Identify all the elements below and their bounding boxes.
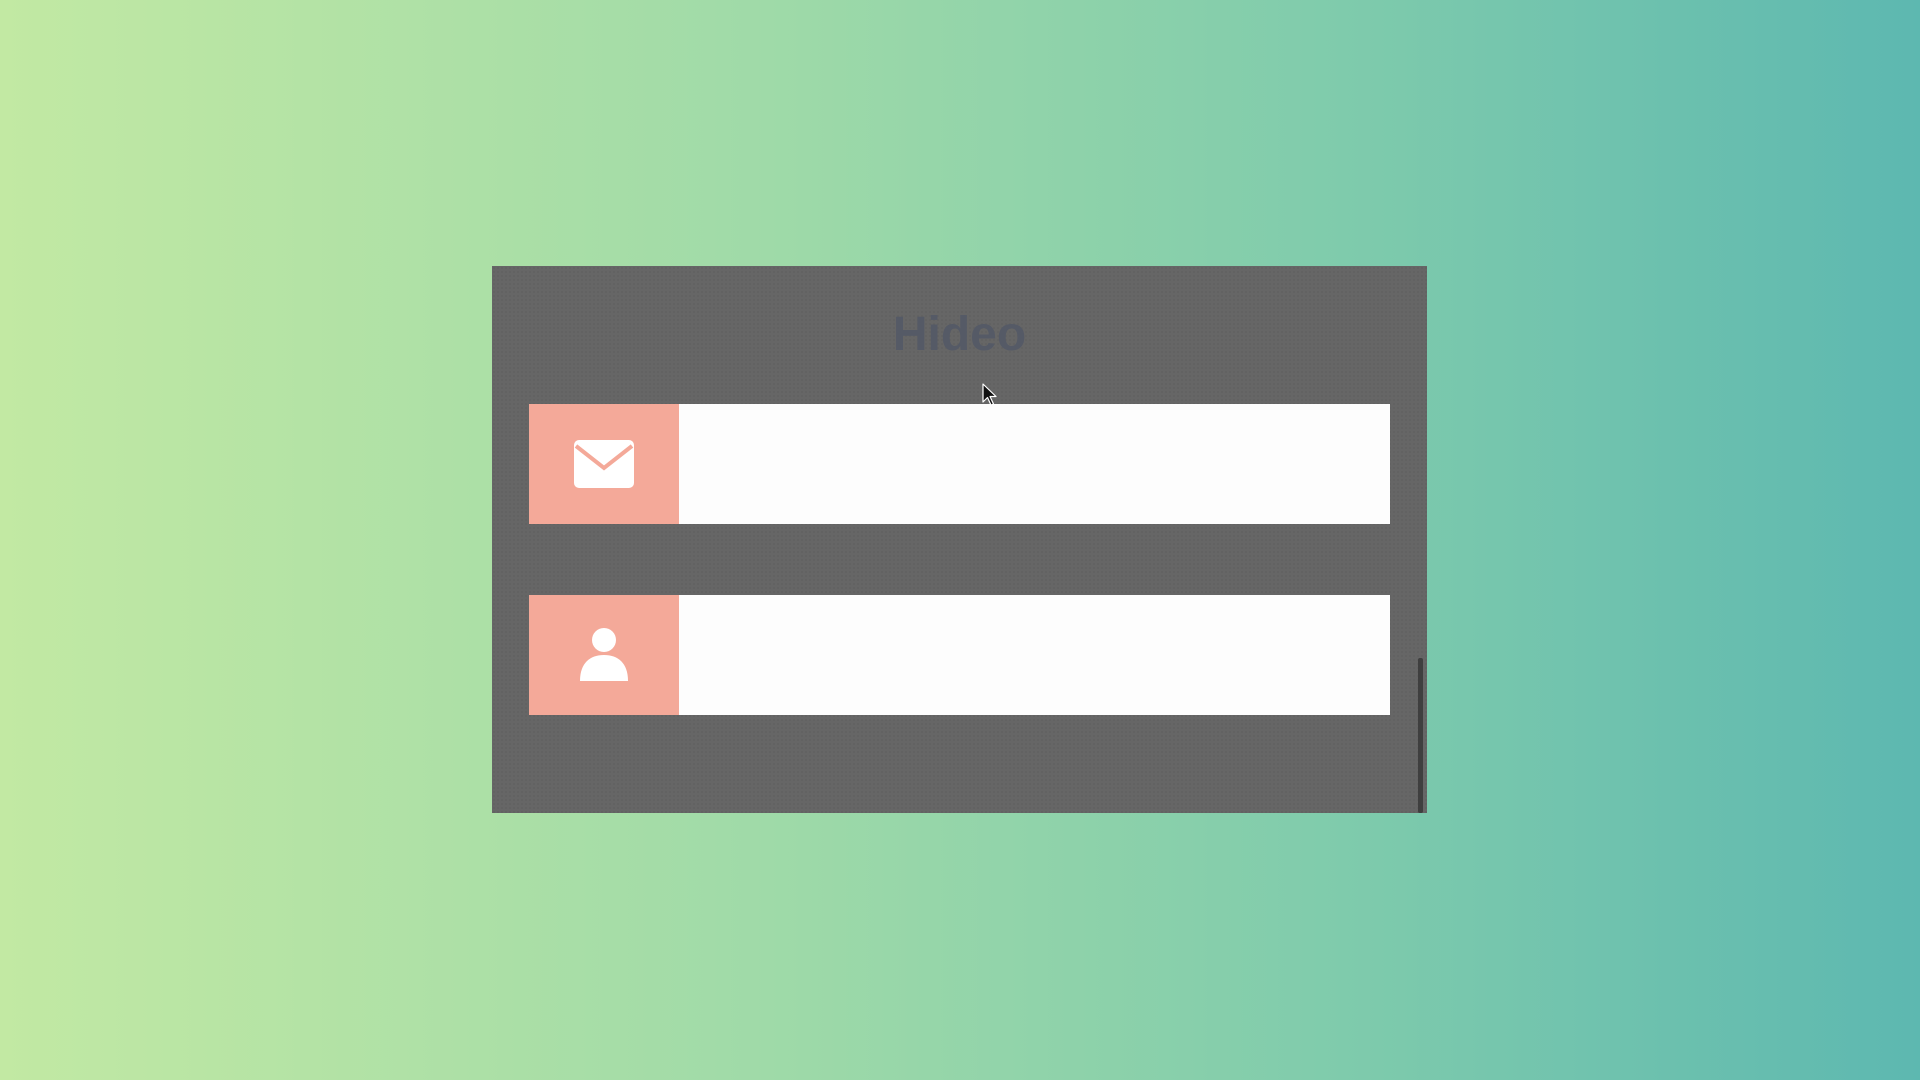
panel-scrollbar[interactable]	[1418, 658, 1423, 813]
email-input[interactable]	[679, 404, 1390, 524]
form-title: Hideo	[892, 308, 1027, 361]
envelope-icon	[574, 440, 634, 488]
email-icon-block	[529, 404, 679, 524]
user-icon-block	[529, 595, 679, 715]
mouse-cursor-icon	[982, 383, 997, 406]
user-icon	[580, 628, 628, 681]
user-field-group	[529, 595, 1390, 715]
username-input[interactable]	[679, 595, 1390, 715]
email-field-group	[529, 404, 1390, 524]
login-panel: Hideo	[492, 266, 1427, 813]
